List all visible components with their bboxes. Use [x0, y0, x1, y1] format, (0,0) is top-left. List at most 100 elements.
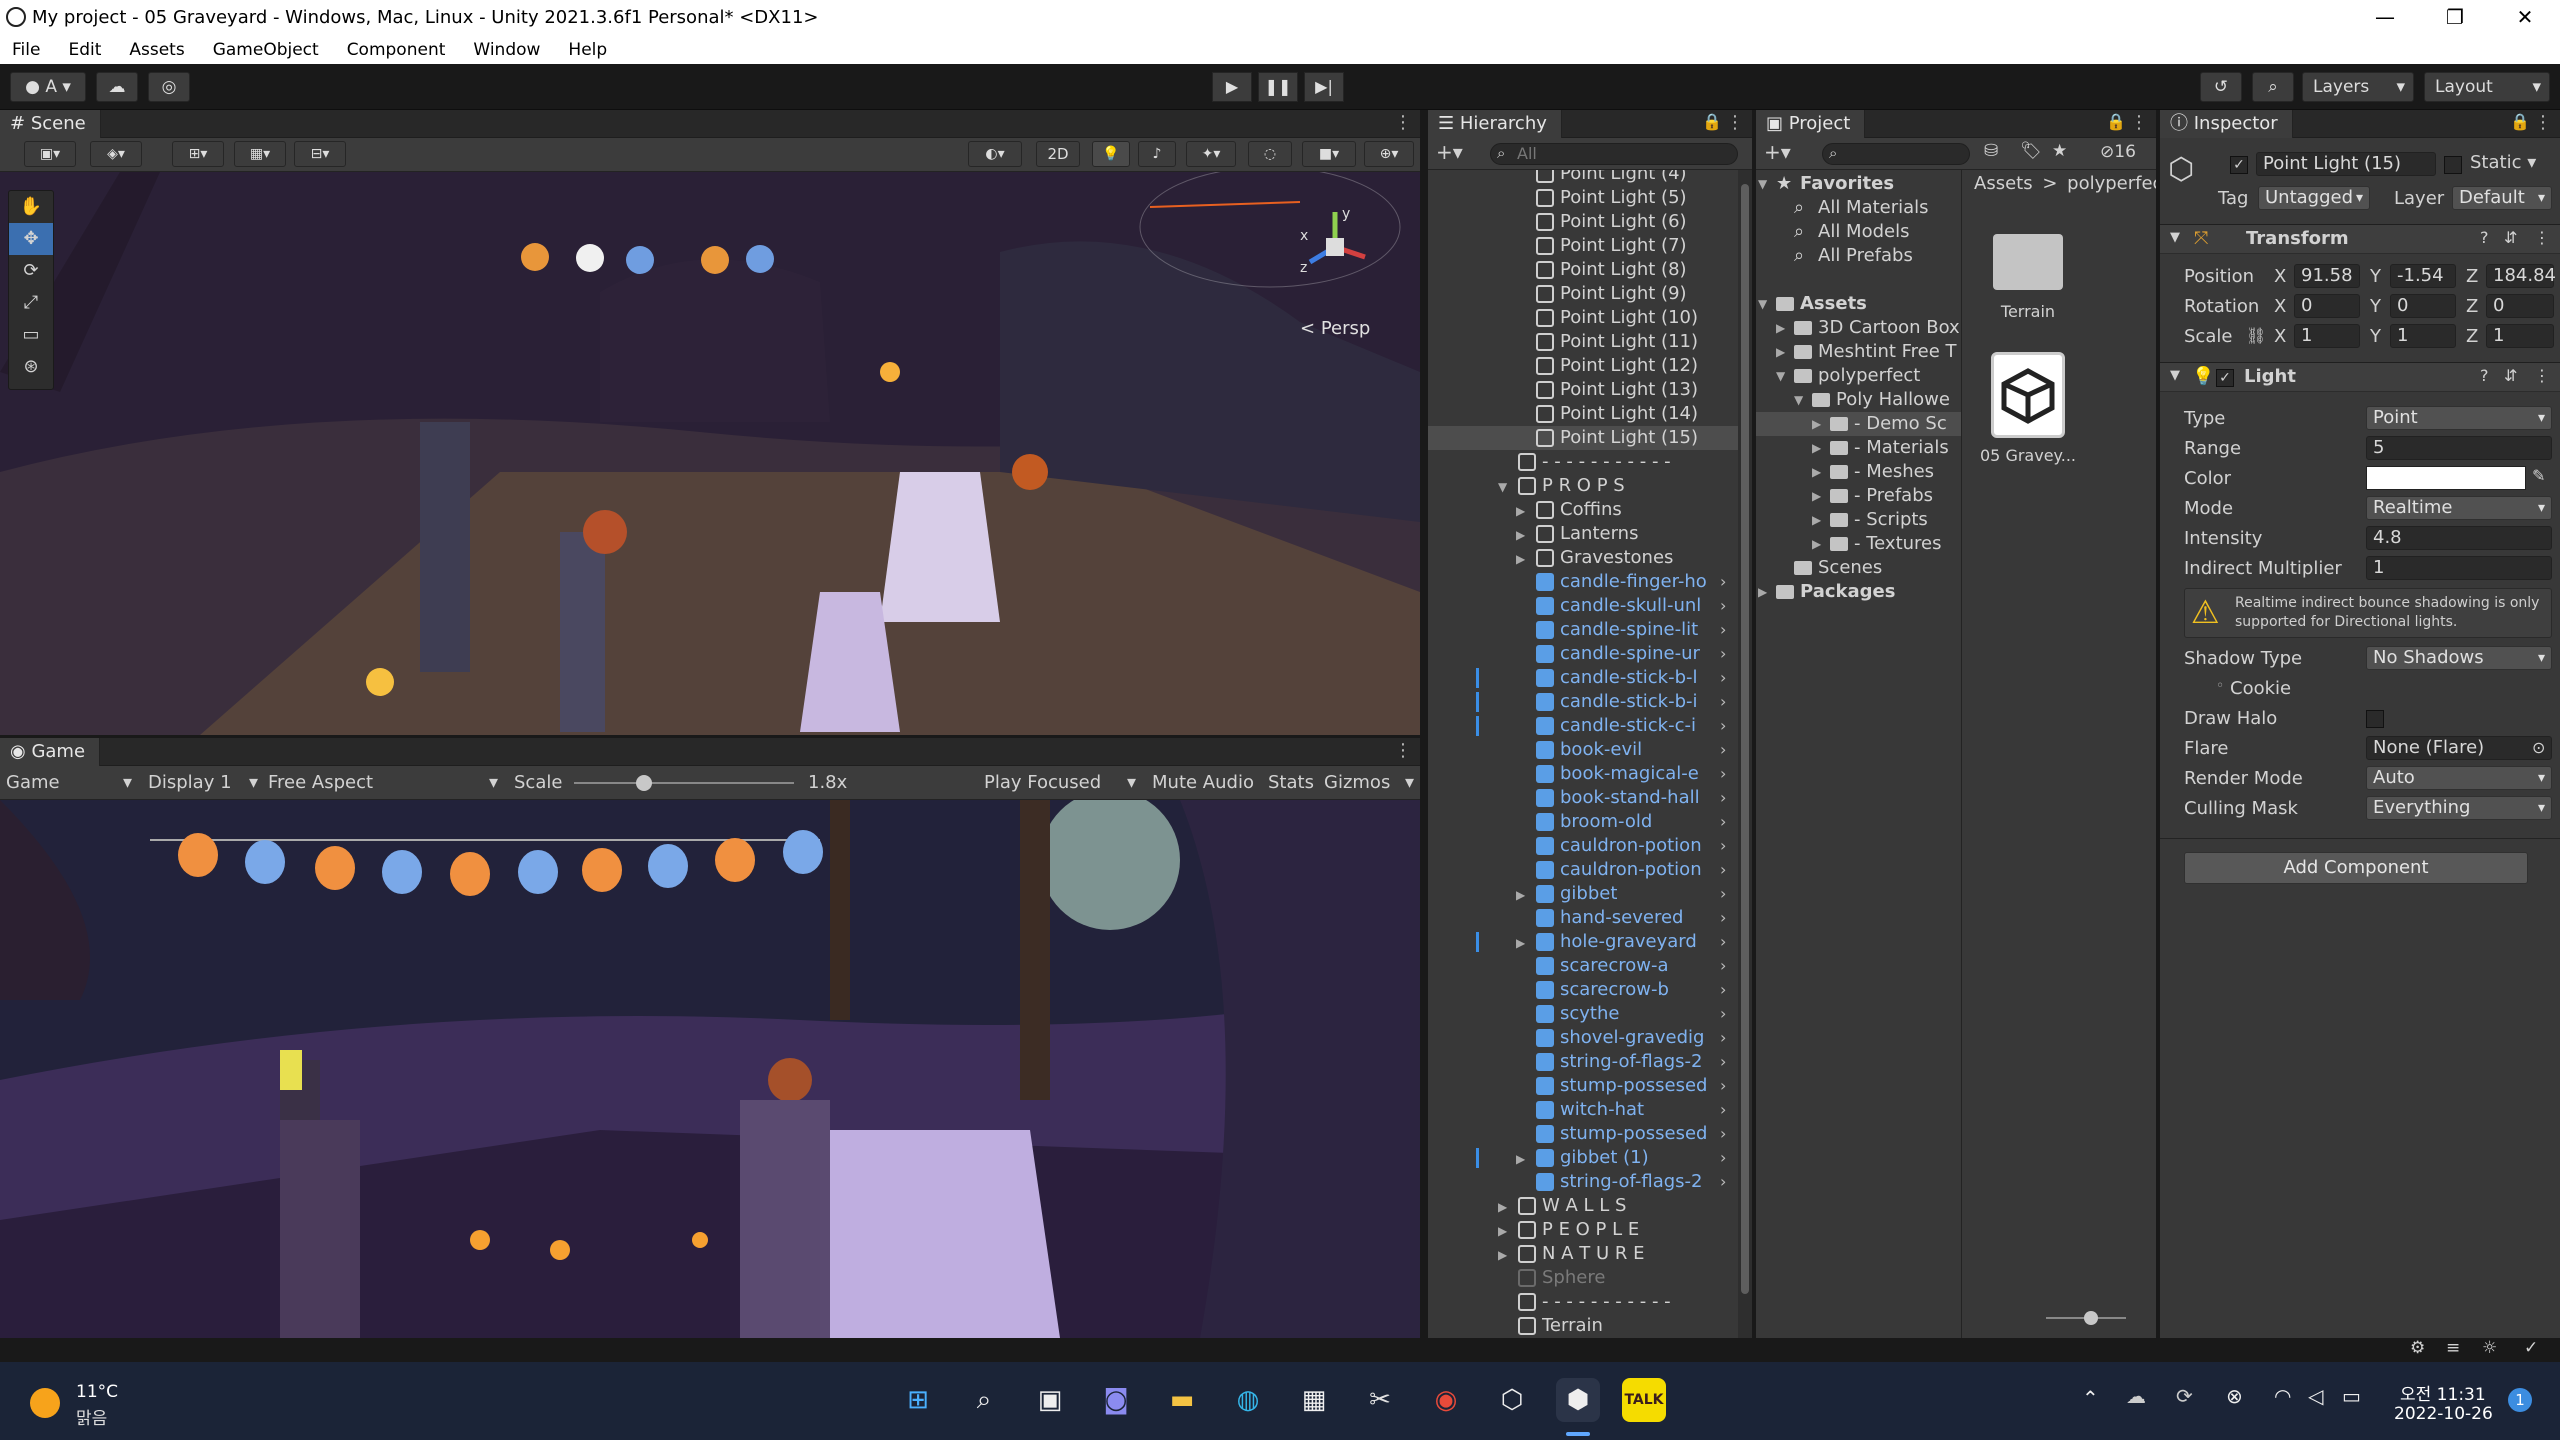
tab-inspector[interactable]: ⓘ Inspector: [2160, 110, 2293, 138]
create-button[interactable]: +▾: [1436, 140, 1463, 164]
tray-sync-icon[interactable]: ⟳: [2176, 1384, 2193, 1408]
task-view-icon[interactable]: ▣: [1028, 1378, 1072, 1422]
transform-tool-icon[interactable]: ⊛: [9, 351, 53, 383]
close-button[interactable]: ✕: [2490, 0, 2560, 36]
tag-dropdown[interactable]: Untagged: [2258, 186, 2370, 210]
tab-game[interactable]: ◉ Game: [0, 738, 101, 766]
grid-snap-dropdown[interactable]: ⊞▾: [172, 141, 224, 167]
project-tree-row[interactable]: ▼ polyperfect: [1756, 364, 1961, 388]
project-tree-row[interactable]: ▼ ★ Favorites: [1756, 172, 1961, 196]
render-mode-dropdown[interactable]: ◈▾: [90, 141, 142, 167]
hierarchy-row[interactable]: ▶ Lanterns: [1428, 522, 1738, 546]
move-tool-icon[interactable]: ✥: [9, 223, 53, 255]
kebab-menu-icon[interactable]: ⋮: [2534, 366, 2550, 385]
lock-icon[interactable]: 🔒: [2106, 112, 2126, 131]
project-tree-row[interactable]: ▶ Meshtint Free T: [1756, 340, 1961, 364]
lighting-toggle[interactable]: 💡: [1092, 141, 1130, 167]
create-asset-button[interactable]: +▾: [1764, 140, 1791, 164]
prefab-open-chevron-icon[interactable]: ›: [1720, 762, 1726, 786]
expand-arrow-icon[interactable]: ▼: [1758, 172, 1767, 196]
hierarchy-row[interactable]: ▶ N A T U R E: [1428, 1242, 1738, 1266]
hierarchy-row[interactable]: cauldron-potion ›: [1428, 858, 1738, 882]
account-button[interactable]: ● A ▾: [10, 72, 86, 102]
scale-z[interactable]: 1: [2486, 324, 2554, 348]
aspect-dropdown[interactable]: Free Aspect ▾: [268, 766, 498, 800]
effects-dropdown[interactable]: ✦▾: [1186, 141, 1236, 167]
toggle-2d-button[interactable]: 2D: [1036, 141, 1080, 167]
perspective-label[interactable]: < Persp: [1300, 318, 1370, 339]
weather-temp[interactable]: 11°C: [76, 1382, 118, 1402]
minimize-button[interactable]: —: [2350, 0, 2420, 36]
snipping-tool-icon[interactable]: ✂: [1358, 1378, 1402, 1422]
auto-generate-icon[interactable]: ☼: [2482, 1338, 2497, 1358]
hierarchy-row[interactable]: Point Light (4): [1428, 170, 1738, 186]
link-icon[interactable]: ⛓: [2246, 326, 2266, 345]
undo-history-button[interactable]: ↺: [2200, 72, 2242, 102]
hierarchy-row[interactable]: candle-skull-unl ›: [1428, 594, 1738, 618]
prefab-open-chevron-icon[interactable]: ›: [1720, 570, 1726, 594]
expand-arrow-icon[interactable]: ▼: [1794, 388, 1803, 412]
favorites-star-icon[interactable]: ★: [2052, 141, 2067, 161]
help-icon[interactable]: ?: [2480, 228, 2489, 247]
hierarchy-row[interactable]: string-of-flags-2 ›: [1428, 1170, 1738, 1194]
rotate-tool-icon[interactable]: ⟳: [9, 255, 53, 287]
step-button[interactable]: ▶|: [1304, 72, 1344, 102]
hierarchy-row[interactable]: candle-stick-b-l ›: [1428, 666, 1738, 690]
unity-hub-icon[interactable]: ⬡: [1490, 1378, 1534, 1422]
edge-browser-icon[interactable]: ◍: [1226, 1378, 1270, 1422]
tray-app-icon[interactable]: ☁: [2126, 1384, 2146, 1408]
light-enabled-checkbox[interactable]: ✓: [2216, 369, 2234, 387]
prefab-open-chevron-icon[interactable]: ›: [1720, 738, 1726, 762]
prefab-open-chevron-icon[interactable]: ›: [1720, 1146, 1726, 1170]
shadow-type-dropdown[interactable]: No Shadows: [2366, 646, 2552, 670]
hierarchy-row[interactable]: string-of-flags-2 ›: [1428, 1050, 1738, 1074]
search-by-label-icon[interactable]: 🏷: [2020, 141, 2042, 161]
prefab-open-chevron-icon[interactable]: ›: [1720, 786, 1726, 810]
hierarchy-row[interactable]: Point Light (15): [1428, 426, 1738, 450]
orientation-gizmo[interactable]: y z x: [1290, 202, 1380, 292]
wifi-icon[interactable]: ◠: [2274, 1384, 2291, 1408]
help-icon[interactable]: ?: [2480, 366, 2489, 385]
hierarchy-row[interactable]: ▶ hole-graveyard ›: [1428, 930, 1738, 954]
object-name-field[interactable]: Point Light (15): [2256, 152, 2436, 176]
windows-start-icon[interactable]: ⊞: [896, 1378, 940, 1422]
hierarchy-row[interactable]: Sphere: [1428, 1266, 1738, 1290]
hierarchy-row[interactable]: Point Light (10): [1428, 306, 1738, 330]
scale-tool-icon[interactable]: ⤢: [9, 287, 53, 319]
play-button[interactable]: ▶: [1212, 72, 1252, 102]
light-header[interactable]: ▼ 💡 ✓ Light ? ⇵ ⋮: [2160, 362, 2560, 392]
scene-viewport[interactable]: ✋ ✥ ⟳ ⤢ ▭ ⊛ y z x < Persp: [0, 172, 1420, 735]
hierarchy-row[interactable]: candle-spine-ur ›: [1428, 642, 1738, 666]
file-explorer-icon[interactable]: ▬: [1160, 1378, 1204, 1422]
collapse-arrow-icon[interactable]: ▶: [1812, 532, 1821, 556]
collapse-arrow-icon[interactable]: ▶: [1516, 499, 1525, 523]
hierarchy-row[interactable]: scarecrow-a ›: [1428, 954, 1738, 978]
asset-terrain[interactable]: Terrain: [1972, 220, 2084, 330]
presets-icon[interactable]: ⇵: [2504, 228, 2517, 247]
prefab-open-chevron-icon[interactable]: ›: [1720, 1050, 1726, 1074]
visibility-toggle[interactable]: ◌: [1248, 141, 1292, 167]
prefab-open-chevron-icon[interactable]: ›: [1720, 714, 1726, 738]
hierarchy-row[interactable]: - - - - - - - - - - -: [1428, 1290, 1738, 1314]
collapse-arrow-icon[interactable]: ▶: [1516, 523, 1525, 547]
menu-window[interactable]: Window: [473, 36, 540, 64]
scale-x[interactable]: 1: [2294, 324, 2360, 348]
hierarchy-row[interactable]: book-evil ›: [1428, 738, 1738, 762]
flare-field[interactable]: None (Flare): [2366, 736, 2552, 760]
project-tree-row[interactable]: Scenes: [1756, 556, 1961, 580]
notification-badge[interactable]: 1: [2508, 1388, 2532, 1412]
hierarchy-row[interactable]: candle-spine-lit ›: [1428, 618, 1738, 642]
hierarchy-row[interactable]: book-magical-e ›: [1428, 762, 1738, 786]
collapse-arrow-icon[interactable]: ▶: [1776, 340, 1785, 364]
kebab-menu-icon[interactable]: ⋮: [2130, 112, 2148, 133]
cloud-button[interactable]: ☁: [96, 72, 138, 102]
clock-date[interactable]: 2022-10-26: [2394, 1404, 2493, 1424]
search-icon[interactable]: ⌕: [962, 1378, 1006, 1422]
increment-snap-dropdown[interactable]: ⊟▾: [294, 141, 346, 167]
game-mode-dropdown[interactable]: Game ▾: [6, 766, 132, 800]
prefab-open-chevron-icon[interactable]: ›: [1720, 618, 1726, 642]
hierarchy-row[interactable]: ▶ gibbet (1) ›: [1428, 1146, 1738, 1170]
prefab-open-chevron-icon[interactable]: ›: [1720, 1002, 1726, 1026]
audio-toggle[interactable]: ♪: [1138, 141, 1176, 167]
scale-slider[interactable]: [574, 775, 794, 791]
